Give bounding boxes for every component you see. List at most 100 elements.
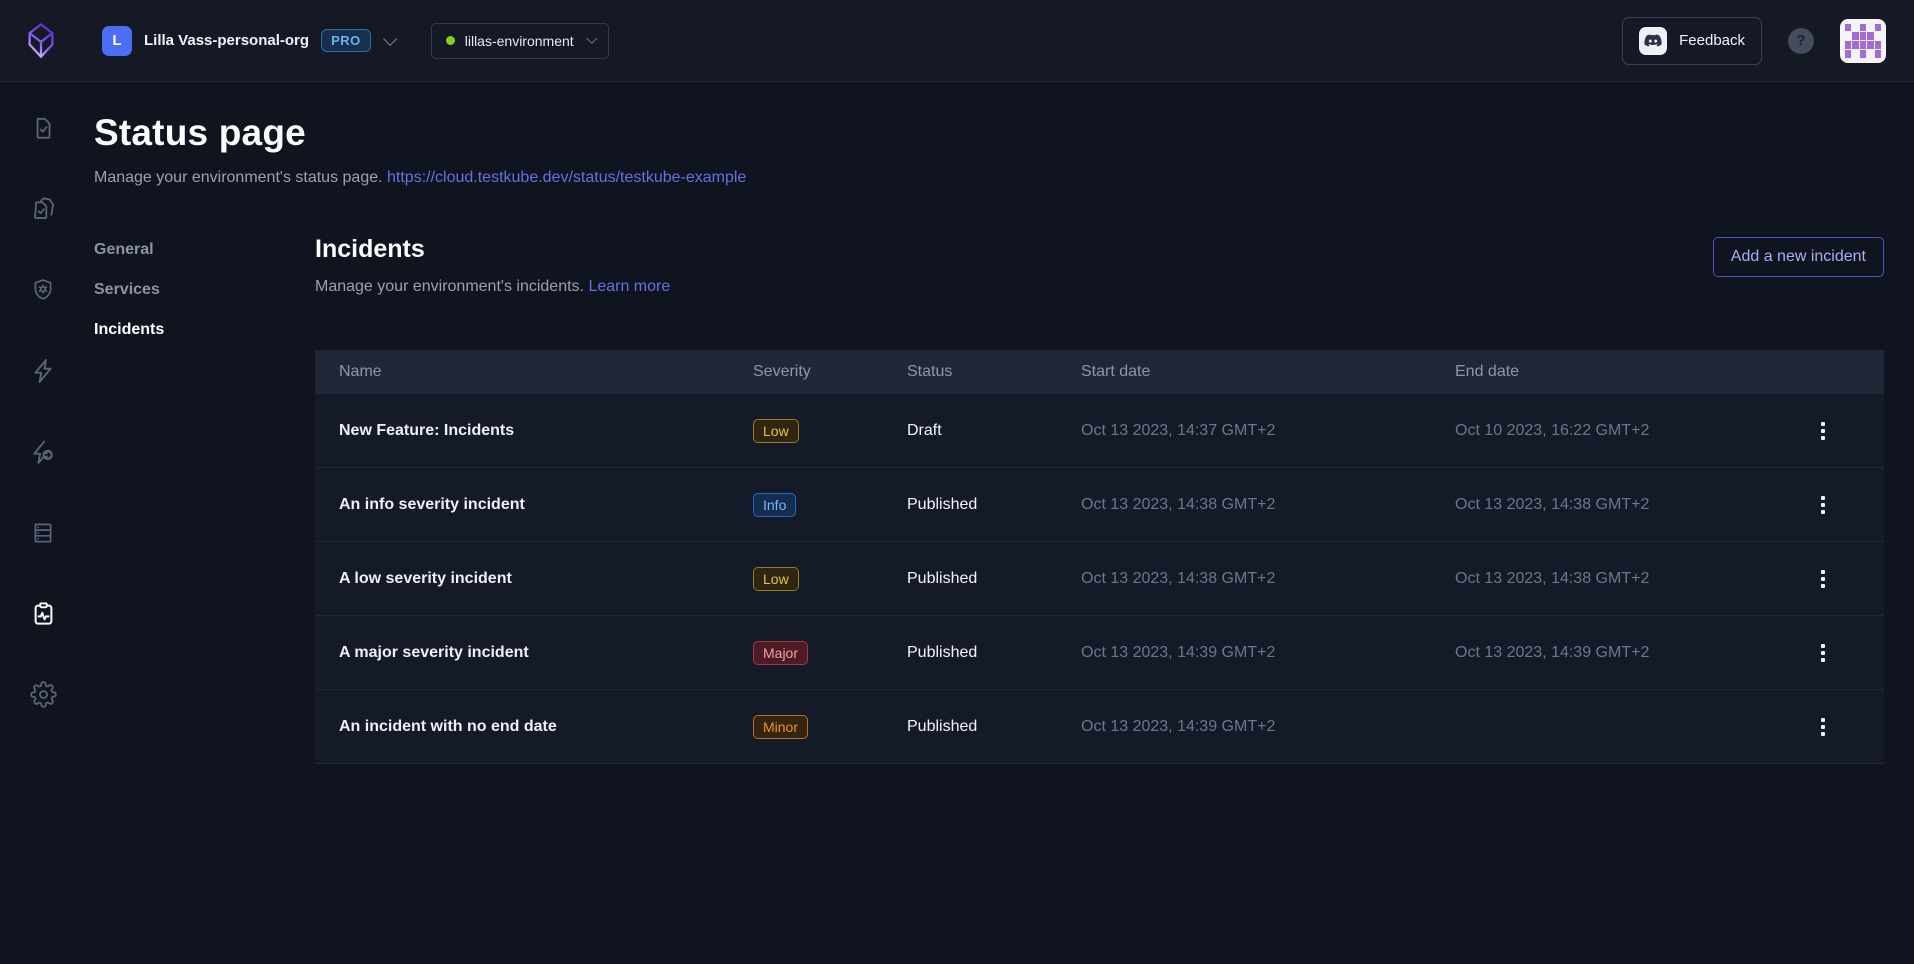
severity-badge: Minor <box>753 715 808 739</box>
org-avatar: L <box>102 26 132 56</box>
file-check-icon <box>30 115 56 146</box>
incident-end-date: Oct 13 2023, 14:38 GMT+2 <box>1431 496 1761 514</box>
sidebar-item-status-page[interactable] <box>19 592 67 640</box>
gear-icon <box>30 681 57 713</box>
settings-nav-general[interactable]: General <box>94 241 315 259</box>
environment-name: lillas-environment <box>465 33 574 49</box>
org-switcher[interactable]: L Lilla Vass-personal-org PRO <box>102 26 393 56</box>
sidebar-item-triggers[interactable] <box>19 349 67 397</box>
sidebar-item-sources[interactable] <box>19 511 67 559</box>
row-menu-button[interactable] <box>1815 490 1831 520</box>
column-header-status: Status <box>883 363 1057 381</box>
incident-end-date: Oct 13 2023, 14:38 GMT+2 <box>1431 570 1761 588</box>
topbar: L Lilla Vass-personal-org PRO lillas-env… <box>0 0 1914 82</box>
incidents-table: Name Severity Status Start date End date… <box>315 350 1884 764</box>
sidebar-item-tests[interactable] <box>19 106 67 154</box>
status-page-url-link[interactable]: https://cloud.testkube.dev/status/testku… <box>387 169 746 186</box>
incident-start-date: Oct 13 2023, 14:38 GMT+2 <box>1057 496 1431 514</box>
incidents-title: Incidents <box>315 235 670 264</box>
discord-icon <box>1639 27 1667 55</box>
column-header-end-date: End date <box>1431 363 1761 381</box>
incident-end-date: Oct 13 2023, 14:39 GMT+2 <box>1431 644 1761 662</box>
incident-actions-cell <box>1761 638 1884 668</box>
incident-end-date: Oct 10 2023, 16:22 GMT+2 <box>1431 422 1761 440</box>
incident-actions-cell <box>1761 490 1884 520</box>
page-subtitle-text: Manage your environment's status page. <box>94 169 383 186</box>
severity-badge: Major <box>753 641 808 665</box>
table-row: A major severity incident Major Publishe… <box>315 616 1884 690</box>
sidebar-item-executors[interactable] <box>19 268 67 316</box>
files-check-icon <box>30 195 57 227</box>
page-subtitle: Manage your environment's status page. h… <box>94 169 1884 187</box>
feedback-label: Feedback <box>1679 32 1745 49</box>
severity-badge: Low <box>753 567 799 591</box>
testkube-logo-icon[interactable] <box>18 18 64 64</box>
row-menu-button[interactable] <box>1815 564 1831 594</box>
row-menu-button[interactable] <box>1815 416 1831 446</box>
incidents-subtitle-text: Manage your environment's incidents. <box>315 278 584 295</box>
table-row: New Feature: Incidents Low Draft Oct 13 … <box>315 394 1884 468</box>
incident-start-date: Oct 13 2023, 14:39 GMT+2 <box>1057 644 1431 662</box>
incident-severity-cell: Minor <box>729 715 883 739</box>
table-row: An info severity incident Info Published… <box>315 468 1884 542</box>
feedback-button[interactable]: Feedback <box>1622 17 1762 65</box>
incident-name: An info severity incident <box>315 496 729 514</box>
incident-name: An incident with no end date <box>315 718 729 736</box>
severity-badge: Info <box>753 493 796 517</box>
table-body: New Feature: Incidents Low Draft Oct 13 … <box>315 394 1884 764</box>
server-icon <box>30 520 56 551</box>
environment-status-dot <box>446 36 455 45</box>
row-menu-button[interactable] <box>1815 712 1831 742</box>
incident-status: Published <box>883 496 1057 514</box>
settings-nav-incidents[interactable]: Incidents <box>94 321 315 339</box>
table-row: A low severity incident Low Published Oc… <box>315 542 1884 616</box>
shield-gear-icon <box>30 277 56 308</box>
incident-start-date: Oct 13 2023, 14:37 GMT+2 <box>1057 422 1431 440</box>
incident-severity-cell: Low <box>729 419 883 443</box>
incident-severity-cell: Low <box>729 567 883 591</box>
sidebar-item-test-suites[interactable] <box>19 187 67 235</box>
table-row: An incident with no end date Minor Publi… <box>315 690 1884 764</box>
page-title: Status page <box>94 112 1884 154</box>
incident-actions-cell <box>1761 564 1884 594</box>
incident-start-date: Oct 13 2023, 14:39 GMT+2 <box>1057 718 1431 736</box>
severity-badge: Low <box>753 419 799 443</box>
org-name: Lilla Vass-personal-org <box>144 32 309 49</box>
incident-status: Published <box>883 570 1057 588</box>
settings-nav-services[interactable]: Services <box>94 281 315 299</box>
learn-more-link[interactable]: Learn more <box>588 278 670 295</box>
incidents-section: Incidents Manage your environment's inci… <box>315 235 1884 764</box>
column-header-severity: Severity <box>729 363 883 381</box>
incident-actions-cell <box>1761 416 1884 446</box>
help-button[interactable]: ? <box>1788 28 1814 54</box>
incident-severity-cell: Major <box>729 641 883 665</box>
environment-selector[interactable]: lillas-environment <box>431 23 609 59</box>
topbar-right: Feedback ? <box>1622 17 1886 65</box>
clipboard-pulse-icon <box>30 600 57 632</box>
incident-status: Published <box>883 644 1057 662</box>
incident-status: Published <box>883 718 1057 736</box>
sidebar <box>0 82 86 963</box>
incident-name: New Feature: Incidents <box>315 422 729 440</box>
add-incident-button[interactable]: Add a new incident <box>1713 237 1884 277</box>
lightning-icon <box>29 357 57 390</box>
table-header-row: Name Severity Status Start date End date <box>315 350 1884 394</box>
incident-name: A major severity incident <box>315 644 729 662</box>
incident-status: Draft <box>883 422 1057 440</box>
incident-name: A low severity incident <box>315 570 729 588</box>
lightning-arrow-icon <box>29 438 57 471</box>
row-menu-button[interactable] <box>1815 638 1831 668</box>
incident-start-date: Oct 13 2023, 14:38 GMT+2 <box>1057 570 1431 588</box>
user-avatar[interactable] <box>1840 19 1886 63</box>
main-content: Status page Manage your environment's st… <box>86 82 1914 963</box>
column-header-start-date: Start date <box>1057 363 1431 381</box>
sidebar-item-settings[interactable] <box>19 673 67 721</box>
incidents-subtitle: Manage your environment's incidents. Lea… <box>315 278 670 296</box>
column-header-name: Name <box>315 363 729 381</box>
settings-nav: General Services Incidents <box>94 235 315 764</box>
chevron-down-icon <box>383 31 397 45</box>
chevron-down-icon <box>586 32 597 43</box>
sidebar-item-webhooks[interactable] <box>19 430 67 478</box>
plan-badge: PRO <box>321 29 371 52</box>
incident-actions-cell <box>1761 712 1884 742</box>
